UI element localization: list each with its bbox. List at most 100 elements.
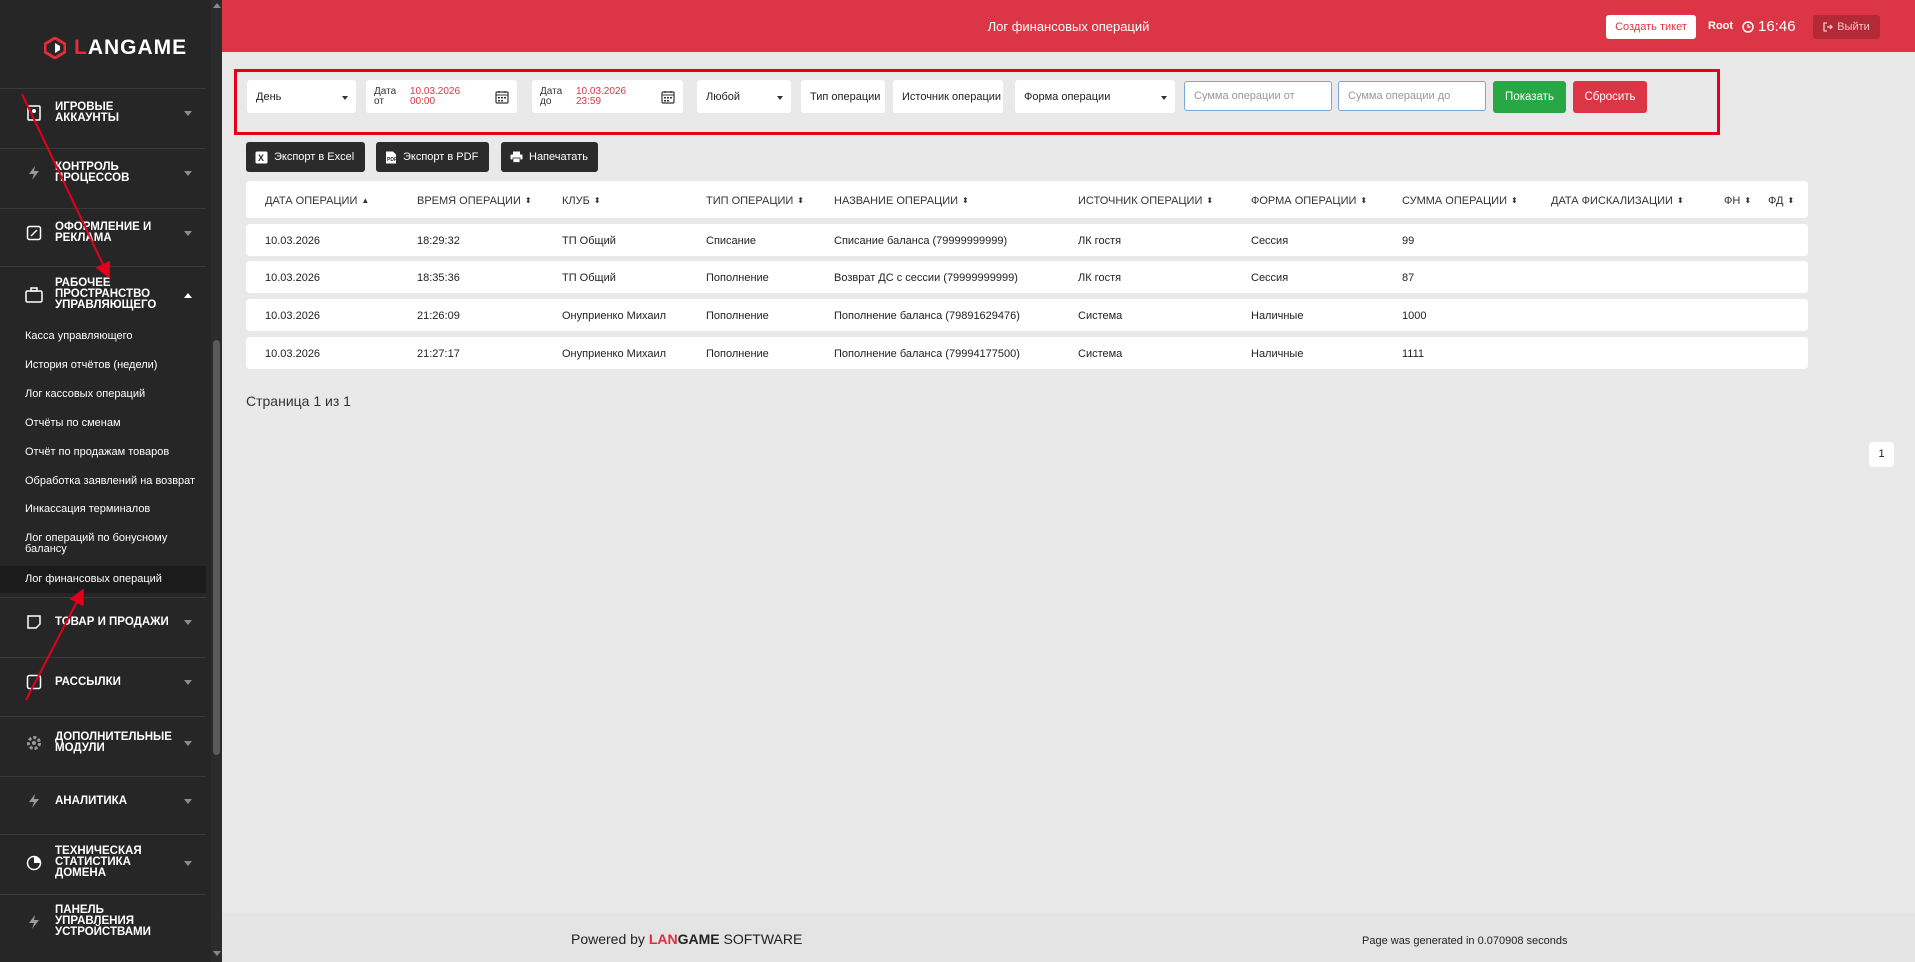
logo-text: LANGAME <box>74 36 188 59</box>
sidebar-item-cash-log[interactable]: Лог кассовых операций <box>0 389 206 400</box>
nav-section-manager-workspace[interactable]: РАБОЧЕЕ ПРОСТРАНСТВО УПРАВЛЯЮЩЕГО <box>0 266 206 322</box>
create-ticket-button[interactable]: Создать тикет <box>1606 15 1696 39</box>
nav-section-extra-modules[interactable]: ДОПОЛНИТЕЛЬНЫЕ МОДУЛИ <box>0 716 206 768</box>
cell-time: 18:35:36 <box>417 272 460 284</box>
club-select[interactable]: Любой <box>697 80 791 113</box>
column-header-op-form[interactable]: ФОРМА ОПЕРАЦИИ ⬍ <box>1251 195 1367 207</box>
cell-club: ТП Общий <box>562 235 616 247</box>
nav-section-domain-stats[interactable]: ТЕХНИЧЕСКАЯ СТАТИСТИКА ДОМЕНА <box>0 834 206 890</box>
calendar-icon[interactable] <box>495 90 509 104</box>
nav-section-game-accounts[interactable]: ИГРОВЫЕ АККАУНТЫ <box>0 88 206 137</box>
logo[interactable]: LANGAME <box>44 36 187 60</box>
cell-op-type: Списание <box>706 235 756 247</box>
nav-section-device-panel[interactable]: ПАНЕЛЬ УПРАВЛЕНИЯ УСТРОЙСТВАМИ <box>0 894 206 948</box>
sum-from-input[interactable]: Сумма операции от <box>1184 81 1332 111</box>
top-header: Лог финансовых операций Создать тикет Ro… <box>222 0 1915 52</box>
cell-op-sum: 99 <box>1402 235 1415 247</box>
column-header-op-name[interactable]: НАЗВАНИЕ ОПЕРАЦИИ ⬍ <box>834 195 969 207</box>
scroll-up-icon[interactable] <box>213 3 221 8</box>
page-button-1[interactable]: 1 <box>1869 442 1894 467</box>
cell-op-form: Сессия <box>1251 235 1289 247</box>
sidebar-item-manager-cash[interactable]: Касса управляющего <box>0 331 206 342</box>
date-from-label: Дата от <box>374 85 397 107</box>
cell-op-sum: 87 <box>1402 272 1415 284</box>
calendar-icon[interactable] <box>661 90 675 104</box>
sort-icon[interactable]: ⬍ <box>525 196 532 205</box>
nav-section-process-control[interactable]: КОНТРОЛЬ ПРОЦЕССОВ <box>0 148 206 197</box>
sidebar-item-report-history[interactable]: История отчётов (недели) <box>0 360 206 371</box>
period-select-value: День <box>256 90 282 103</box>
cell-op-source: ЛК гостя <box>1078 272 1122 284</box>
sidebar-item-bonus-log[interactable]: Лог операций по бонусному балансу <box>0 533 170 555</box>
sidebar-item-sales-report[interactable]: Отчёт по продажам товаров <box>0 447 206 458</box>
bolt-icon <box>24 912 44 932</box>
date-from-field[interactable]: Дата от 10.03.2026 00:00 <box>366 80 517 113</box>
column-header-op-type[interactable]: ТИП ОПЕРАЦИИ ⬍ <box>706 195 804 207</box>
nav-section-analytics[interactable]: АНАЛИТИКА <box>0 776 206 825</box>
scrollbar-thumb[interactable] <box>213 340 220 755</box>
cell-club: Онуприенко Михаил <box>562 310 667 322</box>
export-excel-button[interactable]: X Экспорт в Excel <box>246 142 365 172</box>
logout-button[interactable]: Выйти <box>1813 15 1880 39</box>
sort-icon[interactable]: ⬍ <box>1360 196 1367 205</box>
sidebar-item-finance-log[interactable]: Лог финансовых операций <box>0 566 206 593</box>
sidebar-item-terminal-collection[interactable]: Инкассация терминалов <box>0 504 206 515</box>
gear-icon <box>24 733 44 753</box>
op-source-select[interactable]: Источник операции <box>893 80 1003 113</box>
op-form-select-value: Форма операции <box>1024 90 1111 103</box>
club-select-value: Любой <box>706 90 741 103</box>
sum-to-input[interactable]: Сумма операции до <box>1338 81 1486 111</box>
nav-section-goods-sales[interactable]: ТОВАР И ПРОДАЖИ <box>0 597 206 646</box>
bolt-icon <box>24 163 44 183</box>
column-header-fn[interactable]: ФН ⬍ <box>1724 195 1751 207</box>
nav-section-mailings[interactable]: РАССЫЛКИ <box>0 657 206 706</box>
sort-icon[interactable]: ⬍ <box>1744 196 1751 205</box>
date-to-field[interactable]: Дата до 10.03.2026 23:59 <box>532 80 683 113</box>
print-button[interactable]: Напечатать <box>501 142 598 172</box>
column-header-fiscal-date[interactable]: ДАТА ФИСКАЛИЗАЦИИ ⬍ <box>1551 195 1684 207</box>
svg-text:PDF: PDF <box>387 157 397 163</box>
date-to-label: Дата до <box>540 85 563 107</box>
nav-section-label: ИГРОВЫЕ АККАУНТЫ <box>55 101 119 124</box>
sort-icon[interactable]: ⬍ <box>1787 196 1794 205</box>
sort-icon[interactable]: ▲ <box>361 196 369 205</box>
cell-op-form: Наличные <box>1251 310 1304 322</box>
column-header-date[interactable]: ДАТА ОПЕРАЦИИ ▲ <box>265 195 369 207</box>
export-pdf-button[interactable]: PDF Экспорт в PDF <box>376 142 489 172</box>
sidebar-item-shift-reports[interactable]: Отчёты по сменам <box>0 418 206 429</box>
nav-section-design-ads[interactable]: ОФОРМЛЕНИЕ И РЕКЛАМА <box>0 208 206 257</box>
column-header-op-sum[interactable]: СУММА ОПЕРАЦИИ ⬍ <box>1402 195 1518 207</box>
column-header-op-source[interactable]: ИСТОЧНИК ОПЕРАЦИИ ⬍ <box>1078 195 1213 207</box>
cell-date: 10.03.2026 <box>265 310 321 322</box>
sort-icon[interactable]: ⬍ <box>594 196 601 205</box>
reset-button[interactable]: Сбросить <box>1573 81 1647 113</box>
column-header-time[interactable]: ВРЕМЯ ОПЕРАЦИИ ⬍ <box>417 195 532 207</box>
cell-op-form: Наличные <box>1251 348 1304 360</box>
sidebar-scrollbar[interactable] <box>211 0 222 962</box>
column-header-fd[interactable]: ФД ⬍ <box>1768 195 1794 207</box>
caret-down-icon <box>1161 96 1167 100</box>
column-header-club[interactable]: КЛУБ ⬍ <box>562 195 601 207</box>
generation-time: Page was generated in 0.070908 seconds <box>1362 935 1568 947</box>
show-button[interactable]: Показать <box>1493 81 1566 113</box>
cell-op-sum: 1000 <box>1402 310 1427 322</box>
op-form-select[interactable]: Форма операции <box>1015 80 1175 113</box>
scroll-down-icon[interactable] <box>213 951 221 956</box>
sort-icon[interactable]: ⬍ <box>1206 196 1213 205</box>
cell-op-name: Списание баланса (79999999999) <box>834 235 1008 247</box>
chevron-down-icon <box>184 620 192 625</box>
period-select[interactable]: День <box>247 80 356 113</box>
date-to-value: 10.03.2026 23:59 <box>576 85 627 107</box>
chevron-down-icon <box>184 740 192 746</box>
user-name[interactable]: Root <box>1708 20 1733 32</box>
sort-icon[interactable]: ⬍ <box>962 196 969 205</box>
op-type-select[interactable]: Тип операции <box>801 80 885 113</box>
sort-icon[interactable]: ⬍ <box>1511 196 1518 205</box>
nav-section-label: ДОПОЛНИТЕЛЬНЫЕ МОДУЛИ <box>55 730 172 754</box>
sidebar-item-refund-requests[interactable]: Обработка заявлений на возврат <box>0 476 206 487</box>
sort-icon[interactable]: ⬍ <box>1677 196 1684 205</box>
sort-icon[interactable]: ⬍ <box>797 196 804 205</box>
logout-icon <box>1823 22 1834 32</box>
table-row: 10.03.2026 21:26:09 Онуприенко Михаил По… <box>246 299 1808 331</box>
cell-op-type: Пополнение <box>706 348 769 360</box>
